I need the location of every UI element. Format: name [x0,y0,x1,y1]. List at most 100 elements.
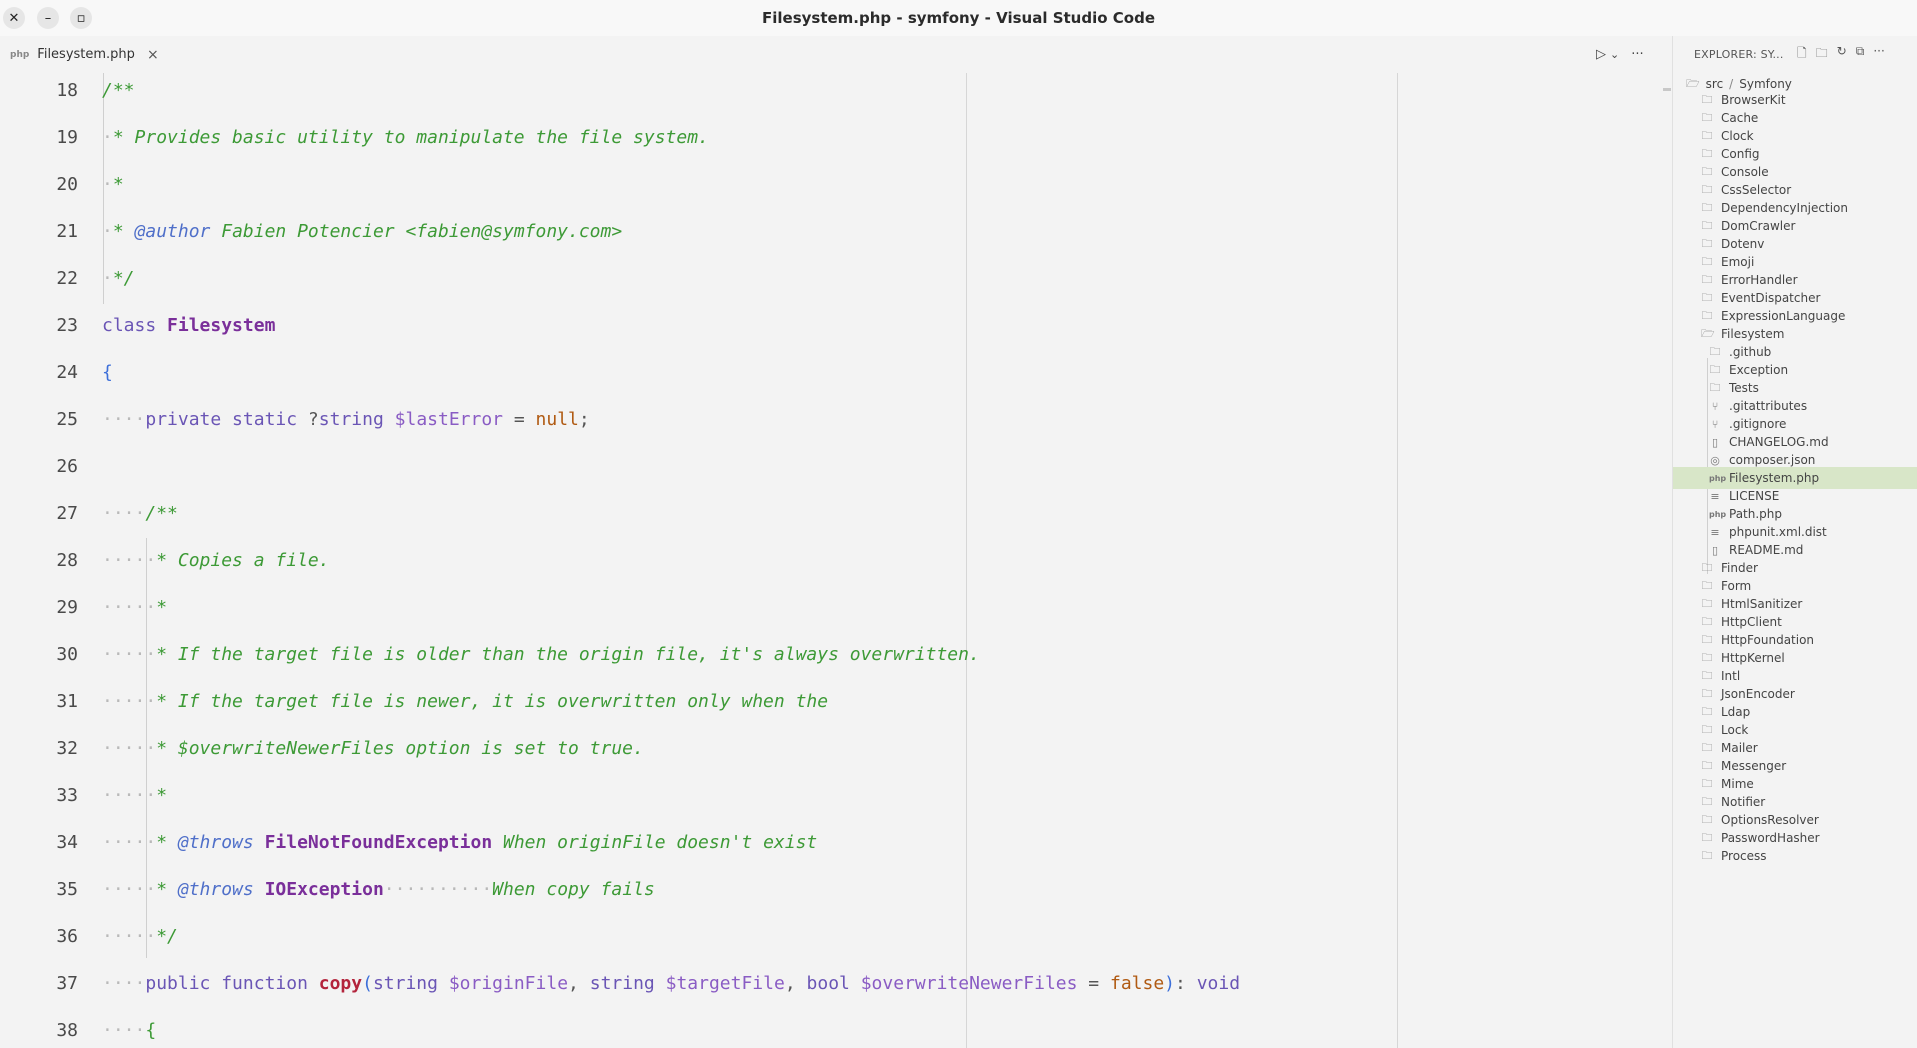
code-token: Filesystem [167,315,276,336]
code-token: { [102,362,113,383]
explorer-title: EXPLORER: SY... [1694,48,1784,61]
code-token: ····· [102,691,157,712]
code-token: ) [1164,973,1176,994]
tree-item-label: BrowserKit [1721,93,1786,107]
tree-item-label: EventDispatcher [1721,291,1821,305]
code-editor[interactable]: 18/** 19 ·* Provides basic utility to mani… [0,73,1660,1048]
folder-icon: 🗀 [1701,848,1713,862]
tree-item-label: PasswordHasher [1721,831,1820,845]
tree-item-label: .github [1729,345,1772,359]
git-icon: ⑂ [1711,417,1719,431]
php-file-icon: php [10,49,30,60]
code-token: * Copies a file. [156,550,330,571]
tree-item-label: Tests [1729,381,1759,395]
tab-filesystem-php[interactable]: php Filesystem.php × [0,36,169,73]
more-icon[interactable]: ··· [1873,44,1884,65]
code-text: { [102,349,113,396]
code-token: * [156,597,168,618]
code-token: ; [578,409,590,430]
tree-item-label: Mime [1721,777,1754,791]
code-token: @throws [177,832,254,853]
explorer-actions: 🗋 🗀 ↻ ⧉ ··· [1797,44,1885,65]
code-token: ? [307,409,319,430]
code-text: ·* @author Fabien Potencier <fabien@symf… [102,208,622,255]
code-token: { [145,1020,157,1041]
code-token: class [102,315,168,336]
collapse-all-icon[interactable]: ⧉ [1856,44,1865,65]
tree-item-label: Dotenv [1721,237,1765,251]
code-token: , [568,973,590,994]
git-icon: ⑂ [1711,399,1719,413]
run-icon[interactable]: ▷ [1596,47,1606,62]
code-token: * If the target file is older than the o… [156,644,980,665]
new-file-icon[interactable]: 🗋 [1797,44,1807,65]
tree-item-label: Console [1721,165,1769,179]
refresh-icon[interactable]: ↻ [1837,44,1847,65]
code-token: /** [102,80,135,101]
new-folder-icon[interactable]: 🗀 [1816,44,1828,65]
code-text: ·····* Copies a file. [102,537,330,584]
tree-item-label: phpunit.xml.dist [1729,525,1827,539]
tree-item-label: HttpKernel [1721,651,1785,665]
run-dropdown-icon[interactable]: ⌄ [1610,48,1619,61]
line-number: 29 [56,597,78,618]
code-text: ·····* @throws IOException··········When… [102,866,655,913]
code-token: */ [112,268,135,289]
code-token: string [318,409,384,430]
line-number: 19 [56,127,78,148]
line-number: 36 [56,926,78,947]
code-token: private static [145,409,308,430]
line-number: 28 [56,550,78,571]
line-number: 20 [56,174,78,195]
php-icon: php [1709,509,1727,519]
code-token: * [156,832,178,853]
code-token: * If the target file is newer, it is ove… [156,691,829,712]
code-token: · [102,127,113,148]
tree-item-label: Emoji [1721,255,1755,269]
tree-item-label: HtmlSanitizer [1721,597,1803,611]
code-text: ·····* @throws FileNotFoundException Whe… [102,819,817,866]
code-token: */ [156,926,178,947]
line-number: 37 [56,973,78,994]
code-text: ····public function copy(string $originF… [102,960,1240,1007]
book-icon: ▯ [1711,435,1719,449]
code-text: ·····* [102,584,167,631]
tree-item-label: HttpFoundation [1721,633,1815,647]
code-token: · [102,268,113,289]
code-token: ····· [102,738,157,759]
tree-item-label: JsonEncoder [1721,687,1795,701]
tree-item-label: OptionsResolver [1721,813,1819,827]
tree-item-label: Lock [1721,723,1749,737]
tree-item-process[interactable]: 🗀 Process [1673,845,1917,867]
code-token: ····· [102,550,157,571]
code-token: ( [362,973,373,994]
tree-item-label: HttpClient [1721,615,1782,629]
code-token: When copy fails [492,879,655,900]
code-token: $originFile [448,973,569,994]
tree-item-label: Config [1721,147,1760,161]
code-token: @author [134,221,211,242]
tree-item-label: .gitattributes [1729,399,1808,413]
line-number: 26 [56,456,78,477]
tree-item-label: Cache [1721,111,1759,125]
code-token: /** [145,503,178,524]
tree-item-label: Mailer [1721,741,1758,755]
tree-item-label: Form [1721,579,1752,593]
close-tab-icon[interactable]: × [147,47,159,63]
more-actions-icon[interactable]: ··· [1631,47,1643,62]
line-number: 27 [56,503,78,524]
code-token: = [503,409,536,430]
line-number: 24 [56,362,78,383]
code-token: * [156,785,168,806]
code-token: $targetFile [665,973,785,994]
code-token: Fabien Potencier <fabien@symfony.com> [210,221,623,242]
tree-item-label: .gitignore [1729,417,1787,431]
tree-item-label: Process [1721,849,1767,863]
code-token: · [102,174,113,195]
tree-item-label: Clock [1721,129,1754,143]
db-icon: ◎ [1710,453,1720,467]
code-token: * $overwriteNewerFiles option is set to … [156,738,644,759]
